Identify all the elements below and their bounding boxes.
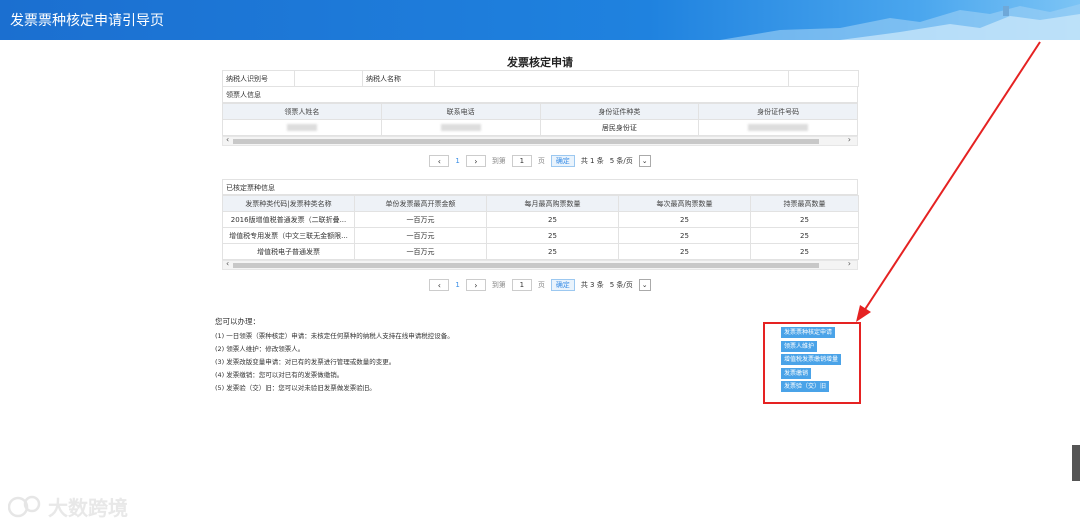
approved-cell: 25 xyxy=(486,227,619,244)
action-buttons-highlight: 发票票种核定申请 领票人维护 增值税发票缴销增量 发票缴销 发票验（交）旧 xyxy=(763,322,861,404)
table-row[interactable]: 居民身份证 xyxy=(222,119,858,136)
info-lead: 您可以办理： xyxy=(215,317,260,326)
scroll-right-icon[interactable]: › xyxy=(848,259,851,268)
info-item: (3) 发票改版变量申请：对已有的发票进行管理或数量的变更。 xyxy=(215,358,396,366)
goto-page-input[interactable]: 1 xyxy=(511,279,532,291)
table-row[interactable]: 2016版增值税普通发票（二联折叠... 一百万元 25 25 25 xyxy=(222,211,859,228)
recipient-header-name: 领票人姓名 xyxy=(222,103,382,120)
recipient-table: 领票人姓名 联系电话 身份证件种类 身份证件号码 居民身份证 xyxy=(222,103,858,136)
vat-increase-button[interactable]: 增值税发票缴销增量 xyxy=(781,354,842,365)
redacted-idnum xyxy=(748,124,809,131)
approved-horizontal-scrollbar[interactable]: ‹ › xyxy=(222,259,858,270)
info-item: (5) 发票验（交）旧：您可以对未验旧发票做发票验旧。 xyxy=(215,384,376,392)
info-item: (1) 一日领票（票种核定）申请：未核定任何票种的纳税人支持在线申请税控设备。 xyxy=(215,332,454,340)
page-unit-label: 页 xyxy=(537,157,545,165)
goto-label: 到第 xyxy=(491,157,506,165)
goto-page-input[interactable]: 1 xyxy=(511,155,532,167)
recipient-header-idtype: 身份证件种类 xyxy=(539,103,700,120)
recipient-header-idnum: 身份证件号码 xyxy=(698,103,858,120)
great-wall-banner-image xyxy=(720,4,1080,40)
approved-cell: 25 xyxy=(750,211,859,228)
chevron-down-icon[interactable]: ⌄ xyxy=(638,155,651,167)
taxpayer-name-label: 纳税人名称 xyxy=(362,70,435,87)
taxpayer-extra-cell xyxy=(788,70,859,87)
approved-cell: 一百万元 xyxy=(354,227,487,244)
goto-label: 到第 xyxy=(491,281,506,289)
table-row[interactable]: 增值税电子普通发票 一百万元 25 25 25 xyxy=(222,243,859,260)
approved-header-monthly: 每月最高购票数量 xyxy=(486,195,619,212)
approved-header-amount: 单份发票最高开票金额 xyxy=(354,195,487,212)
recipient-name-cell xyxy=(222,119,382,136)
page-size-select[interactable]: 5 条/页 xyxy=(610,280,633,290)
taxpayer-table: 纳税人识别号 纳税人名称 xyxy=(222,70,859,87)
chevron-down-icon[interactable]: ⌄ xyxy=(638,279,651,291)
invoice-cancel-button[interactable]: 发票缴销 xyxy=(781,367,812,379)
invoice-verify-old-button[interactable]: 发票验（交）旧 xyxy=(781,381,830,392)
approved-header-hold: 持票最高数量 xyxy=(750,195,859,212)
main-content: 发票核定申请 纳税人识别号 纳税人名称 领票人信息 领票人姓名 联系电话 身份证… xyxy=(222,56,859,295)
approved-cell: 25 xyxy=(750,227,859,244)
side-panel-tab[interactable] xyxy=(1072,445,1080,481)
approved-cell: 增值税专用发票（中文三联无金额限... xyxy=(222,227,355,244)
next-page-button[interactable]: › xyxy=(465,279,486,291)
redacted-phone xyxy=(440,124,481,131)
scroll-thumb[interactable] xyxy=(233,139,819,144)
approved-cell: 25 xyxy=(618,227,751,244)
recipient-section-label: 领票人信息 xyxy=(222,87,858,103)
recipient-phone-cell xyxy=(380,119,541,136)
page-number[interactable]: 1 xyxy=(455,157,459,165)
page-title: 发票核定申请 xyxy=(507,56,573,69)
approved-cell: 增值税电子普通发票 xyxy=(222,243,355,260)
approved-header-each: 每次最高购票数量 xyxy=(618,195,751,212)
approved-cell: 2016版增值税普通发票（二联折叠... xyxy=(222,211,355,228)
watermark-logo: 大数跨境 xyxy=(8,492,128,521)
recipient-header-phone: 联系电话 xyxy=(380,103,541,120)
approved-cell: 25 xyxy=(618,243,751,260)
recipient-horizontal-scrollbar[interactable]: ‹ › xyxy=(222,135,858,146)
approved-cell: 25 xyxy=(750,243,859,260)
confirm-button[interactable]: 确定 xyxy=(550,155,575,167)
scroll-left-icon[interactable]: ‹ xyxy=(226,259,229,268)
redacted-name xyxy=(286,124,317,131)
recipient-idnum-cell xyxy=(698,119,858,136)
total-count: 共 3 条 xyxy=(580,281,604,289)
scroll-thumb[interactable] xyxy=(233,263,819,268)
recipient-pagination: ‹ 1 › 到第 1 页 确定 共 1 条 5 条/页 ⌄ xyxy=(222,151,858,171)
recipient-maintenance-button[interactable]: 领票人维护 xyxy=(781,340,818,352)
approved-cell: 一百万元 xyxy=(354,243,487,260)
page-number[interactable]: 1 xyxy=(455,281,459,289)
app-header: 发票票种核定申请引导页 xyxy=(0,0,1080,40)
services-info: 您可以办理： (1) 一日领票（票种核定）申请：未核定任何票种的纳税人支持在线申… xyxy=(215,316,454,395)
approved-section-label: 已核定票种信息 xyxy=(222,179,858,195)
watermark-text: 大数跨境 xyxy=(48,496,128,520)
recipient-idtype-cell: 居民身份证 xyxy=(539,119,700,136)
next-page-button[interactable]: › xyxy=(465,155,486,167)
taxpayer-name-value xyxy=(434,70,789,87)
approved-pagination: ‹ 1 › 到第 1 页 确定 共 3 条 5 条/页 ⌄ xyxy=(222,275,858,295)
taxpayer-id-value xyxy=(294,70,363,87)
info-item: (2) 领票人维护：修改领票人。 xyxy=(215,345,305,353)
info-item: (4) 发票缴销：您可以对已有的发票做缴销。 xyxy=(215,371,344,379)
approved-cell: 25 xyxy=(486,211,619,228)
table-row[interactable]: 增值税专用发票（中文三联无金额限... 一百万元 25 25 25 xyxy=(222,227,859,244)
invoice-type-approval-button[interactable]: 发票票种核定申请 xyxy=(781,327,836,338)
scroll-right-icon[interactable]: › xyxy=(848,135,851,144)
prev-page-button[interactable]: ‹ xyxy=(429,279,450,291)
page-header-title: 发票票种核定申请引导页 xyxy=(10,13,164,29)
total-count: 共 1 条 xyxy=(580,157,604,165)
prev-page-button[interactable]: ‹ xyxy=(429,155,450,167)
approved-cell: 25 xyxy=(618,211,751,228)
taxpayer-id-label: 纳税人识别号 xyxy=(222,70,295,87)
approved-cell: 25 xyxy=(486,243,619,260)
scroll-left-icon[interactable]: ‹ xyxy=(226,135,229,144)
page-unit-label: 页 xyxy=(537,281,545,289)
approved-table: 发票种类代码|发票种类名称 单份发票最高开票金额 每月最高购票数量 每次最高购票… xyxy=(222,195,859,260)
confirm-button[interactable]: 确定 xyxy=(550,279,575,291)
watermark-icon xyxy=(8,495,41,517)
approved-header-type: 发票种类代码|发票种类名称 xyxy=(222,195,355,212)
approved-cell: 一百万元 xyxy=(354,211,487,228)
page-size-select[interactable]: 5 条/页 xyxy=(610,156,633,166)
